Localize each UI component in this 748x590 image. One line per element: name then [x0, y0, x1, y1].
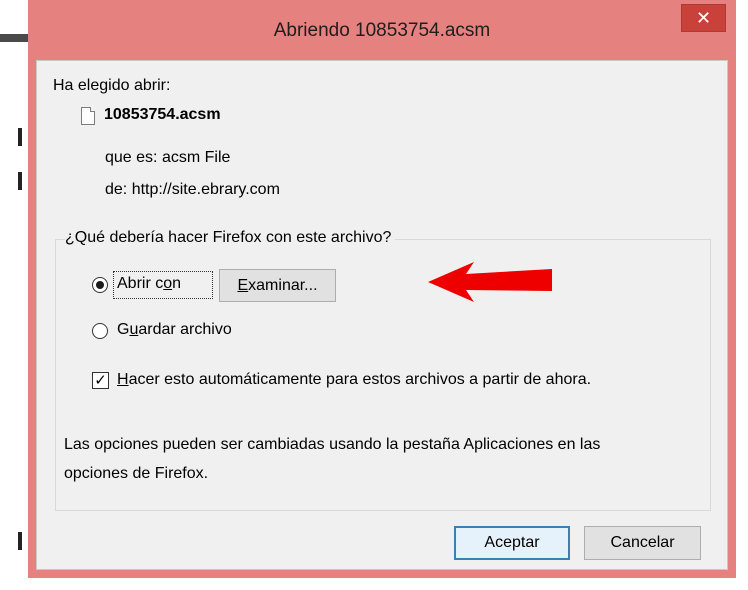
close-icon: ✕ — [695, 8, 712, 28]
open-with-label[interactable]: Abrir con — [117, 275, 181, 293]
save-file-radio[interactable] — [92, 323, 108, 339]
background-tick — [18, 172, 22, 190]
background-bar — [0, 34, 28, 42]
browse-button[interactable]: Examinar... — [219, 269, 336, 302]
file-source-value: http://site.ebrary.com — [131, 181, 280, 198]
window-title: Abriendo 10853754.acsm — [273, 20, 491, 41]
action-question: ¿Qué debería hacer Firefox con este arch… — [65, 229, 396, 247]
file-name: 10853754.acsm — [104, 106, 221, 123]
background-tick — [18, 532, 22, 550]
dialog-body: Ha elegido abrir: 10853754.acsm que es: … — [36, 60, 728, 570]
note-line-1: Las opciones pueden ser cambiadas usando… — [64, 436, 601, 453]
file-type-label: que es: — [105, 149, 158, 166]
auto-action-label[interactable]: Hacer esto automáticamente para estos ar… — [117, 371, 591, 389]
file-source-label: de: — [105, 181, 128, 198]
auto-action-checkbox[interactable]: ✓ — [92, 372, 109, 389]
open-file-dialog: Abriendo 10853754.acsm ✕ Ha elegido abri… — [28, 0, 736, 578]
file-type-value: acsm File — [161, 149, 231, 166]
accept-button[interactable]: Aceptar — [454, 526, 570, 560]
file-source-row: de: http://site.ebrary.com — [105, 181, 280, 199]
intro-label: Ha elegido abrir: — [53, 77, 171, 94]
save-file-label[interactable]: Guardar archivo — [117, 321, 232, 339]
file-icon — [81, 107, 95, 125]
open-with-radio[interactable] — [92, 277, 108, 293]
background-tick — [18, 128, 22, 146]
close-button[interactable]: ✕ — [681, 4, 726, 32]
red-arrow-icon — [428, 262, 552, 302]
title-bar[interactable]: Abriendo 10853754.acsm ✕ — [28, 0, 736, 60]
note-line-2: opciones de Firefox. — [64, 465, 209, 482]
file-type-row: que es: acsm File — [105, 149, 230, 167]
cancel-button[interactable]: Cancelar — [584, 526, 701, 560]
